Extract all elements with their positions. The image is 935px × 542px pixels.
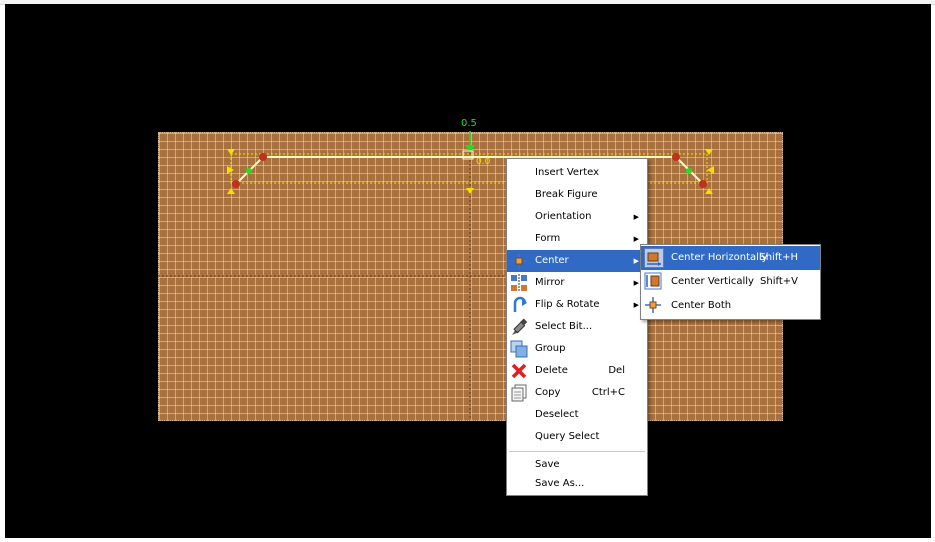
menu-item-label: Select Bit... <box>535 321 593 332</box>
submenu-arrow-icon: ▶ <box>633 213 639 221</box>
vertex-handle <box>232 180 240 188</box>
menu-item-form[interactable]: Form ▶ <box>507 228 647 250</box>
center-both-icon <box>644 296 662 314</box>
menu-item-label: Form <box>535 233 561 244</box>
menu-item-center[interactable]: Center ▶ <box>507 250 647 272</box>
menu-item-label: Query Select <box>535 431 600 442</box>
menu-item-label: Deselect <box>535 409 579 420</box>
menu-item-delete[interactable]: Delete Del <box>507 360 647 382</box>
submenu-arrow-icon: ▶ <box>633 235 639 243</box>
menu-item-label: Center Both <box>671 300 732 311</box>
dimension-label: 0.5 <box>461 118 477 129</box>
menu-shortcut: Ctrl+C <box>591 387 625 398</box>
center-horizontally-icon <box>644 248 664 268</box>
menu-item-query-select[interactable]: Query Select <box>507 426 647 448</box>
menu-item-save[interactable]: Save <box>507 455 647 474</box>
mirror-icon <box>510 274 528 292</box>
center-vertically-icon <box>644 272 662 290</box>
midpoint-handle <box>246 168 252 174</box>
scale-handle <box>705 149 713 155</box>
submenu-item-center-both[interactable]: Center Both <box>641 294 820 318</box>
vertex-handle <box>699 180 707 188</box>
menu-item-group[interactable]: Group <box>507 338 647 360</box>
scale-handle <box>707 166 714 174</box>
menu-item-select-bit[interactable]: Select Bit... <box>507 316 647 338</box>
menu-item-label: Insert Vertex <box>535 167 600 178</box>
menu-item-label: Center Vertically <box>671 276 754 287</box>
menu-item-label: Save <box>535 459 560 470</box>
group-icon <box>510 340 528 358</box>
midpoint-handle <box>686 168 692 174</box>
menu-item-label: Orientation <box>535 211 592 222</box>
scale-handle <box>227 149 235 155</box>
menu-item-label: Mirror <box>535 277 565 288</box>
submenu-item-center-horizontally[interactable]: Center Horizontally Shift+H <box>641 246 820 270</box>
center-icon <box>510 252 528 270</box>
menu-shortcut: Del <box>608 365 625 376</box>
menu-item-label: Delete <box>535 365 568 376</box>
menu-item-deselect[interactable]: Deselect <box>507 404 647 426</box>
menu-item-label: Flip & Rotate <box>535 299 600 310</box>
submenu-arrow-icon: ▶ <box>633 257 639 265</box>
vertex-handle <box>672 153 680 161</box>
scale-handle <box>466 188 474 194</box>
scale-handle <box>705 188 713 194</box>
submenu-item-center-vertically[interactable]: Center Vertically Shift+V <box>641 270 820 294</box>
context-menu: Insert Vertex Break Figure Orientation ▶… <box>506 158 648 496</box>
router-bit-icon <box>510 318 528 336</box>
menu-item-label: Break Figure <box>535 189 598 200</box>
menu-item-flip-rotate[interactable]: Flip & Rotate ▶ <box>507 294 647 316</box>
menu-item-mirror[interactable]: Mirror ▶ <box>507 272 647 294</box>
menu-shortcut: Shift+V <box>760 276 798 287</box>
menu-item-copy[interactable]: Copy Ctrl+C <box>507 382 647 404</box>
submenu-arrow-icon: ▶ <box>633 301 639 309</box>
menu-item-insert-vertex[interactable]: Insert Vertex <box>507 161 647 184</box>
menu-item-label: Group <box>535 343 566 354</box>
flip-rotate-icon <box>510 296 528 314</box>
menu-item-label: Center Horizontally <box>671 252 768 263</box>
menu-shortcut: Shift+H <box>759 252 798 263</box>
vertex-handle <box>259 153 267 161</box>
menu-item-break-figure[interactable]: Break Figure <box>507 184 647 206</box>
menu-item-label: Center <box>535 255 569 266</box>
dimension-label-small: 0.0 <box>476 157 491 167</box>
menu-item-save-as[interactable]: Save As... <box>507 474 647 493</box>
delete-icon <box>510 362 528 380</box>
menu-item-label: Copy <box>535 387 561 398</box>
copy-icon <box>510 384 528 402</box>
scale-handle <box>227 188 235 194</box>
menu-item-label: Save As... <box>535 478 585 489</box>
submenu-arrow-icon: ▶ <box>633 279 639 287</box>
menu-item-orientation[interactable]: Orientation ▶ <box>507 206 647 228</box>
center-submenu: Center Horizontally Shift+H Center Verti… <box>640 244 821 320</box>
menu-separator <box>509 451 645 452</box>
